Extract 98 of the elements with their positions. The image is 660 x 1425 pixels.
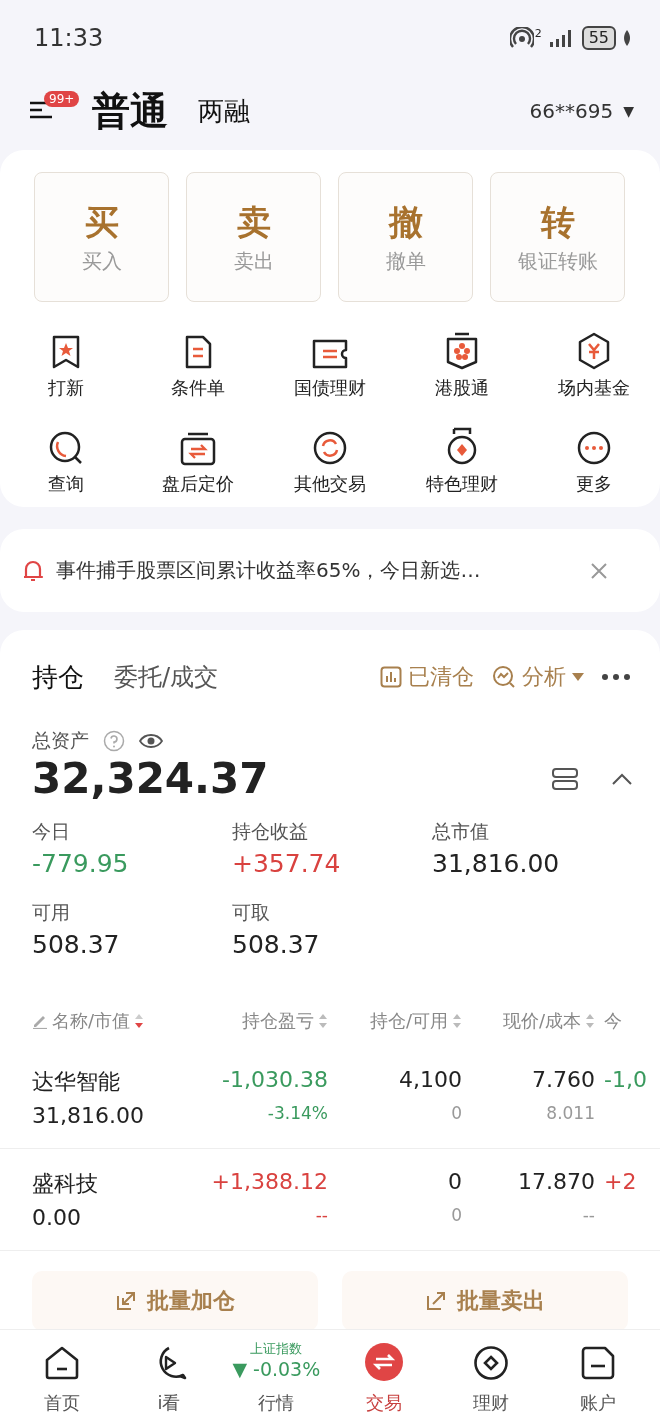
shortcut-label[interactable]: 条件单 [171,376,225,400]
market-value: 31,816.00 [32,1103,145,1128]
profit-loss-percent: -3.14% [266,1103,328,1125]
holding-quantity: 0 [447,1169,462,1196]
notification-badge: 99+ [44,91,80,107]
market-value: 0.00 [32,1205,82,1230]
chart-icon [380,666,402,688]
column-header[interactable]: 今 [604,1009,622,1033]
refresh-circle-icon[interactable] [312,430,348,466]
arrow-out-icon [425,1290,447,1312]
profit-loss: +1,388.12 [210,1169,328,1196]
bell-icon [22,558,44,583]
shortcut-label[interactable]: 其他交易 [294,472,366,496]
index-change: ▼ -0.03% [232,1358,321,1380]
stock-name[interactable]: 达华智能 [32,1067,200,1097]
ticket-icon[interactable] [310,338,350,370]
shortcut-label[interactable]: 港股通 [435,376,489,400]
positions-tab[interactable]: 委托/成交 [114,661,219,693]
holding-quantity: 4,100 [398,1067,462,1094]
current-price: 17.870 [517,1169,595,1196]
cost-price: 8.011 [545,1103,595,1125]
home-icon [43,1345,80,1381]
nav-tab[interactable]: 账户 [544,1330,652,1425]
trade-action-button[interactable]: 撤 撤单 [338,172,473,302]
total-assets-label: 总资产 [32,728,89,753]
more-icon[interactable] [602,674,630,680]
stat-label: 可用 [32,900,71,925]
available-quantity: 0 [450,1205,462,1227]
stock-name[interactable]: 盛科技 [32,1169,200,1199]
stat-label: 持仓收益 [232,819,309,844]
nav-tab[interactable]: 理财 [437,1330,545,1425]
collapse-icon[interactable] [612,772,632,785]
more-icon[interactable] [576,430,612,466]
medal-icon[interactable] [445,426,479,466]
stat-label: 可取 [232,900,271,925]
trade-action-button[interactable]: 卖 卖出 [186,172,321,302]
cost-price: -- [581,1205,595,1227]
account-tab[interactable]: 普通 [92,85,168,137]
profit-loss-percent: -- [314,1205,328,1227]
action-link[interactable]: 已清仓 [380,662,474,692]
caret-icon [572,673,584,681]
shortcut-label[interactable]: 更多 [576,472,612,496]
stat-label: 今日 [32,819,71,844]
column-header[interactable]: 持仓/可用 [369,1009,448,1033]
shortcut-label[interactable]: 国债理财 [294,376,366,400]
nav-tab[interactable]: i看 [115,1330,223,1425]
exchange-box-icon[interactable] [179,432,217,466]
stat-value: 508.37 [232,930,321,959]
positions-tab[interactable]: 持仓 [32,659,84,695]
stat-value: -779.95 [32,849,130,878]
column-header[interactable]: 持仓盈亏 [242,1009,314,1033]
diamond-circle-icon [473,1345,509,1381]
shortcut-label[interactable]: 特色理财 [426,472,498,496]
nav-tab[interactable]: 首页 [8,1330,116,1425]
today-change: +2 [604,1169,638,1196]
stat-value: 31,816.00 [432,849,561,878]
leaf-icon [622,28,632,47]
bookmark-star-icon[interactable] [50,334,82,370]
action-link[interactable]: 分析 [492,662,584,692]
account-tab[interactable]: 两融 [198,93,250,129]
stat-value: 508.37 [32,930,121,959]
shortcut-label[interactable]: 场内基金 [558,376,630,400]
trade-action-button[interactable]: 买 买入 [34,172,169,302]
column-header[interactable]: 名称/市值 [52,1009,131,1033]
search-icon[interactable] [48,430,84,466]
stat-value: +357.74 [232,849,342,878]
document-icon[interactable] [183,334,213,370]
flower-badge-icon[interactable] [445,332,479,370]
battery-level: 55 [581,25,616,50]
exchange-icon [364,1343,403,1381]
menu-icon[interactable] [30,101,52,119]
layout-icon[interactable] [552,767,578,790]
available-quantity: 0 [450,1103,462,1125]
nav-tab[interactable]: 上证指数 ▼ -0.03% 行情 [222,1330,330,1425]
arrow-in-icon [115,1290,137,1312]
total-assets-value: 32,324.37 [32,754,270,803]
hexagon-coin-icon[interactable] [577,332,611,370]
account-number[interactable]: 66**695 [529,99,614,123]
trade-action-button[interactable]: 转 银证转账 [490,172,625,302]
hotspot-count: 2 [534,26,542,40]
column-header[interactable]: 现价/成本 [502,1009,581,1033]
eye-icon[interactable] [139,733,163,749]
shortcut-label[interactable]: 打新 [48,376,84,400]
close-icon[interactable] [590,561,608,580]
stat-label: 总市值 [432,819,490,844]
clock-time: 11:33 [34,23,104,52]
wallet-icon [580,1345,617,1381]
hotspot-icon [509,26,534,49]
current-price: 7.760 [531,1067,595,1094]
shortcut-label[interactable]: 查询 [48,472,84,496]
dropdown-caret[interactable]: ▼ [623,103,634,119]
index-name: 上证指数 [250,1340,303,1358]
sort-icon[interactable] [134,1013,145,1029]
shortcut-label[interactable]: 盘后定价 [162,472,234,496]
nav-tab[interactable]: 交易 [330,1330,438,1425]
trend-search-icon [492,665,516,689]
profit-loss: -1,030.38 [221,1067,328,1094]
today-change: -1,0 [604,1067,648,1094]
